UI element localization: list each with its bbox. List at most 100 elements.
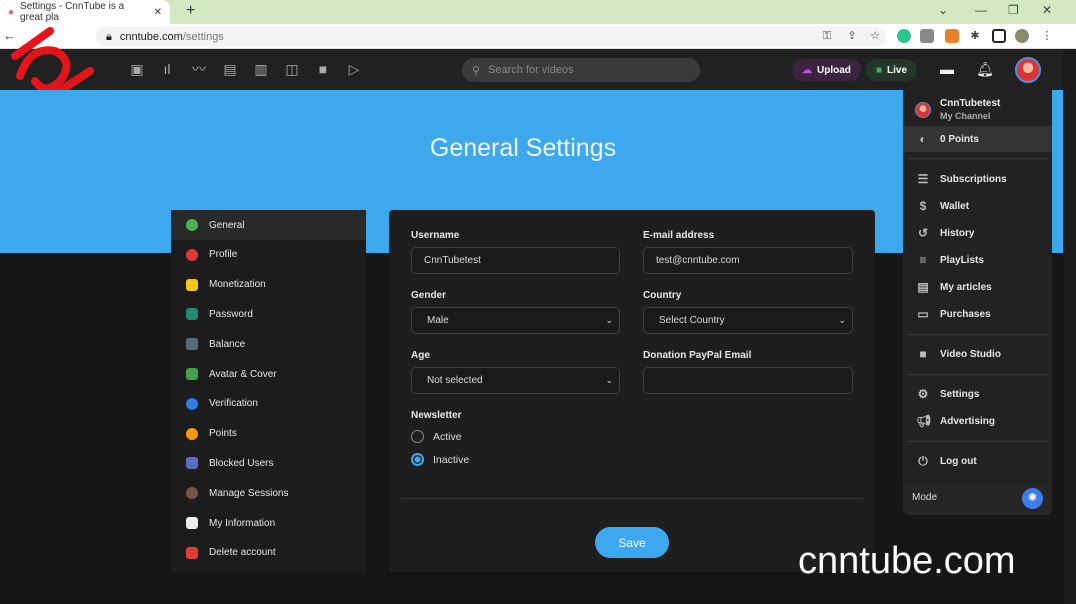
- page-title: General Settings: [429, 134, 617, 162]
- film-icon[interactable]: ▥: [252, 60, 270, 78]
- menu-item-wallet[interactable]: $ Wallet: [903, 193, 1052, 219]
- page-scrollbar[interactable]: [1063, 49, 1076, 604]
- menu-item-purchases[interactable]: ▭ Purchases: [903, 301, 1052, 327]
- browser-tab[interactable]: ● Settings - CnnTube is a great pla ✕: [0, 0, 170, 24]
- age-select[interactable]: Not selected ⌄: [411, 367, 620, 394]
- menu-item-subscriptions[interactable]: ☰ Subscriptions: [903, 166, 1052, 192]
- search-input[interactable]: ⚲ Search for videos: [462, 58, 700, 82]
- extension-icon[interactable]: [920, 29, 934, 43]
- share-icon[interactable]: ⇪: [845, 29, 859, 43]
- newsletter-active-radio[interactable]: Active: [411, 430, 462, 443]
- browser-menu-icon[interactable]: ⋮: [1040, 29, 1054, 43]
- url-path: /settings: [182, 31, 224, 43]
- radio-label: Active: [433, 430, 462, 443]
- chart-bar-icon[interactable]: ıl: [158, 60, 176, 78]
- live-button[interactable]: ■ Live: [866, 59, 918, 81]
- radio-label: Inactive: [433, 453, 470, 466]
- minimize-button[interactable]: —: [975, 3, 987, 17]
- camera-icon[interactable]: ■: [314, 60, 332, 78]
- manage-sessions-icon: [186, 487, 198, 500]
- dashboard-icon[interactable]: ▤: [221, 60, 239, 78]
- save-button[interactable]: Save: [595, 527, 669, 558]
- verification-icon: [186, 397, 198, 410]
- notifications-bell-icon[interactable]: 🔔︎: [976, 60, 994, 78]
- menu-item-log-out[interactable]: ⏻ Log out: [903, 448, 1052, 474]
- messages-icon[interactable]: ▬: [938, 60, 956, 78]
- country-value: Select Country: [659, 315, 725, 326]
- upload-button[interactable]: ☁ Upload: [792, 59, 861, 81]
- close-window-button[interactable]: ✕: [1042, 3, 1052, 17]
- general-settings-form: Username CnnTubetest E-mail address test…: [389, 210, 875, 572]
- points-icon: [186, 427, 198, 440]
- menu-item-settings[interactable]: ⚙ Settings: [903, 381, 1052, 407]
- sidebar-item-label: Balance: [209, 338, 246, 350]
- blocked-users-icon: [186, 457, 198, 470]
- profile-avatar[interactable]: [1015, 29, 1029, 43]
- mode-toggle-lightbulb-icon[interactable]: ✺: [1022, 488, 1043, 509]
- newsletter-inactive-radio[interactable]: Inactive: [411, 453, 469, 466]
- menu-avatar: [915, 102, 931, 118]
- menu-divider: [907, 374, 1048, 375]
- sidebar-item-balance[interactable]: Balance: [171, 329, 366, 359]
- restore-button[interactable]: ❐: [1008, 3, 1019, 17]
- new-tab-button[interactable]: +: [186, 2, 195, 20]
- sidebar-item-label: Profile: [209, 249, 238, 261]
- my-channel-link[interactable]: My Channel: [940, 111, 991, 121]
- close-tab-icon[interactable]: ✕: [154, 7, 162, 18]
- paypal-email-input[interactable]: [643, 367, 853, 394]
- key-icon[interactable]: ⚿: [820, 29, 834, 43]
- menu-item-advertising[interactable]: 📢︎ Advertising: [903, 408, 1052, 434]
- menu-item-history[interactable]: ↺ History: [903, 220, 1052, 246]
- sidebar-item-label: Avatar & Cover: [209, 368, 277, 380]
- carousel-icon[interactable]: ◫: [283, 60, 301, 78]
- age-label: Age: [411, 350, 430, 361]
- favicon-icon: ●: [8, 6, 15, 18]
- menu-item-playlists[interactable]: ≡ PlayLists: [903, 247, 1052, 273]
- username-input[interactable]: CnnTubetest: [411, 247, 620, 274]
- tab-search-icon[interactable]: ⌄: [938, 3, 948, 17]
- sidebar-item-profile[interactable]: Profile: [171, 240, 366, 270]
- play-icon[interactable]: ▷: [345, 60, 363, 78]
- email-input[interactable]: test@cnntube.com: [643, 247, 853, 274]
- user-dropdown-menu: CnnTubetest My Channel ◐ 0 Points Mode ✺ …: [903, 90, 1052, 515]
- menu-username[interactable]: CnnTubetest: [940, 98, 1000, 109]
- sidebar-item-label: General: [209, 219, 245, 231]
- puzzle-extensions-icon[interactable]: ✱: [968, 29, 982, 43]
- bookmark-star-icon[interactable]: ☆: [868, 29, 882, 43]
- paypal-email-label: Donation PayPal Email: [643, 350, 752, 361]
- sidebar-item-general[interactable]: General: [171, 210, 366, 240]
- gender-select[interactable]: Male ⌄: [411, 307, 620, 334]
- scrollbar-thumb[interactable]: [1052, 90, 1056, 253]
- sidebar-item-avatar-cover[interactable]: Avatar & Cover: [171, 359, 366, 389]
- menu-item-points[interactable]: ◐ 0 Points: [903, 126, 1052, 152]
- balance-icon: [186, 338, 198, 351]
- url-input[interactable]: 🔒︎ cnntube.com/settings: [96, 27, 886, 47]
- radio-circle-selected[interactable]: [411, 453, 424, 466]
- username-value: CnnTubetest: [424, 255, 481, 266]
- sidebar-item-delete-account[interactable]: Delete account: [171, 538, 366, 568]
- radio-circle[interactable]: [411, 430, 424, 443]
- trending-icon[interactable]: 〰: [190, 60, 208, 78]
- sidebar-item-verification[interactable]: Verification: [171, 389, 366, 419]
- sidebar-item-my-information[interactable]: My Information: [171, 508, 366, 538]
- menu-divider: [907, 441, 1048, 442]
- chevron-down-icon: ⌄: [838, 315, 846, 325]
- side-panel-icon[interactable]: [992, 29, 1006, 43]
- sidebar-item-points[interactable]: Points: [171, 419, 366, 449]
- sidebar-item-manage-sessions[interactable]: Manage Sessions: [171, 478, 366, 508]
- chevron-down-icon: ⌄: [605, 315, 613, 325]
- videos-icon[interactable]: ▣: [128, 60, 146, 78]
- user-avatar[interactable]: [1015, 57, 1041, 83]
- menu-item-video-studio[interactable]: ■ Video Studio: [903, 341, 1052, 367]
- sidebar-item-password[interactable]: Password: [171, 299, 366, 329]
- sidebar-item-label: Points: [209, 428, 237, 440]
- menu-item-my-articles[interactable]: ▤ My articles: [903, 274, 1052, 300]
- metamask-extension-icon[interactable]: [945, 29, 959, 43]
- sidebar-item-blocked-users[interactable]: Blocked Users: [171, 448, 366, 478]
- sidebar-item-monetization[interactable]: Monetization: [171, 270, 366, 300]
- country-select[interactable]: Select Country ⌄: [643, 307, 853, 334]
- grammarly-extension-icon[interactable]: [897, 29, 911, 43]
- dollar-icon: $: [919, 199, 927, 213]
- url-host: cnntube.com: [119, 31, 183, 43]
- cloud-upload-icon: ☁: [802, 64, 812, 76]
